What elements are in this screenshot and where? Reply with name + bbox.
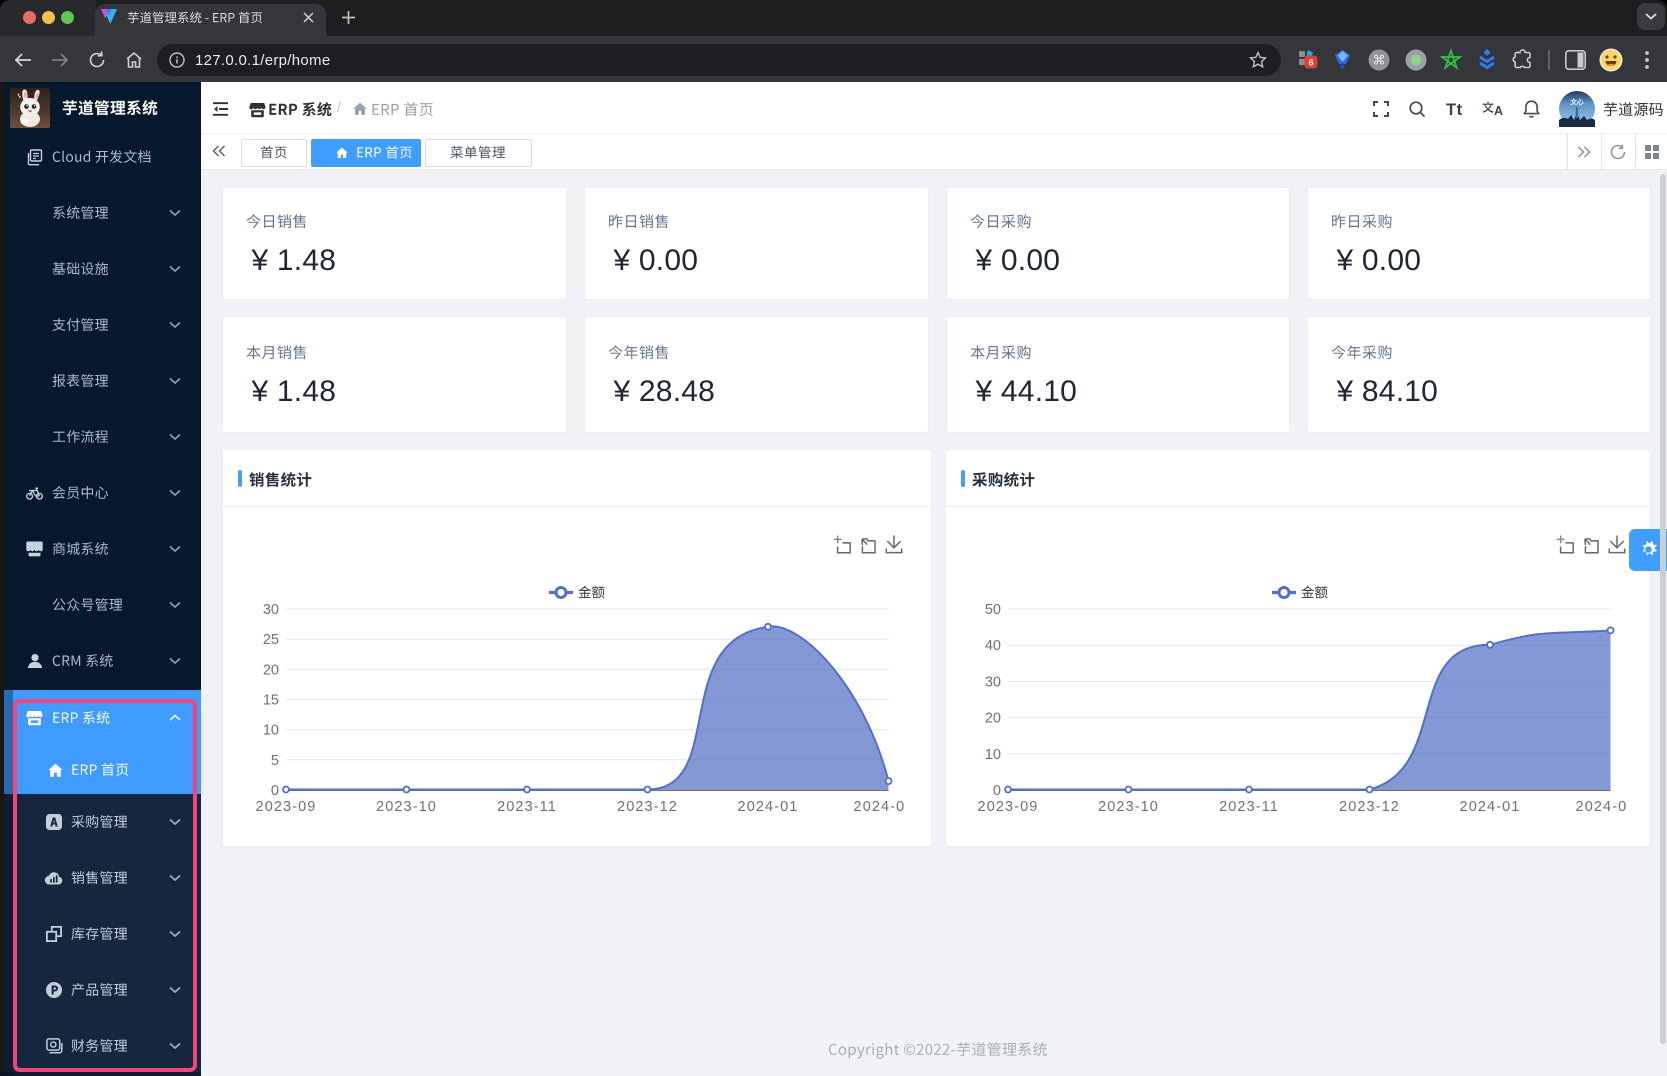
svg-text:30: 30 xyxy=(263,602,279,618)
svg-text:2023-10: 2023-10 xyxy=(1098,799,1159,815)
svg-text:20: 20 xyxy=(985,711,1001,727)
svg-text:2023-11: 2023-11 xyxy=(497,799,557,815)
svg-text:30: 30 xyxy=(985,674,1001,690)
svg-text:25: 25 xyxy=(263,632,279,648)
svg-text:2024-02: 2024-02 xyxy=(854,799,904,815)
svg-text:6: 6 xyxy=(1308,58,1313,69)
svg-text:2024-02: 2024-02 xyxy=(1576,799,1627,815)
svg-text:2023-11: 2023-11 xyxy=(1219,799,1279,815)
svg-text:2023-10: 2023-10 xyxy=(376,799,437,815)
svg-text:40: 40 xyxy=(985,638,1001,654)
svg-text:2023-09: 2023-09 xyxy=(256,799,317,815)
svg-text:⌘: ⌘ xyxy=(1373,53,1386,68)
svg-text:2023-09: 2023-09 xyxy=(978,799,1039,815)
svg-text:5: 5 xyxy=(271,753,279,769)
svg-text:10: 10 xyxy=(263,723,279,739)
svg-text:文心: 文心 xyxy=(1570,97,1585,106)
svg-text:15: 15 xyxy=(263,693,279,709)
svg-text:2023-12: 2023-12 xyxy=(1339,799,1400,815)
svg-text:10: 10 xyxy=(985,747,1001,763)
svg-text:2024-01: 2024-01 xyxy=(1460,799,1521,815)
svg-text:20: 20 xyxy=(263,662,279,678)
svg-text:50: 50 xyxy=(985,602,1001,618)
svg-text:2024-01: 2024-01 xyxy=(738,799,799,815)
svg-text:0: 0 xyxy=(993,783,1001,799)
svg-text:0: 0 xyxy=(271,783,279,799)
svg-text:2023-12: 2023-12 xyxy=(617,799,678,815)
